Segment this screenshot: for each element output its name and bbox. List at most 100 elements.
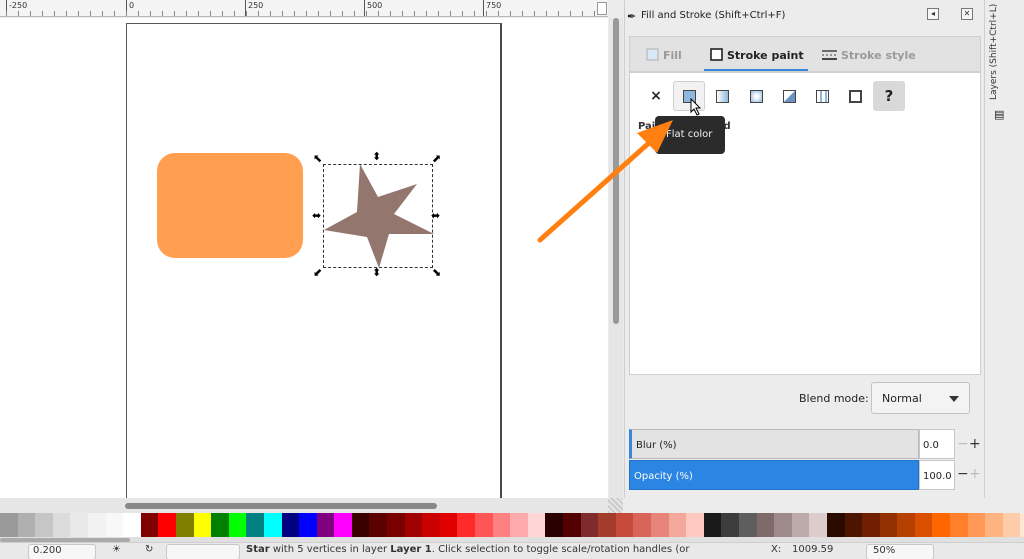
scale-handle-right[interactable]: ⬌ <box>431 210 440 221</box>
color-swatch[interactable] <box>967 513 986 537</box>
scale-handle-top[interactable]: ⬍ <box>372 151 381 162</box>
horizontal-scrollbar[interactable] <box>0 498 623 513</box>
blend-mode-select[interactable]: Normal <box>871 382 970 414</box>
color-swatch[interactable] <box>246 513 264 537</box>
color-swatch[interactable] <box>439 513 458 537</box>
color-swatch[interactable] <box>158 513 176 537</box>
color-swatch[interactable] <box>615 513 634 537</box>
color-swatch[interactable] <box>52 513 71 537</box>
color-swatch[interactable] <box>703 513 722 537</box>
color-swatch[interactable] <box>316 513 335 537</box>
color-swatch[interactable] <box>404 513 423 537</box>
color-swatch[interactable] <box>563 513 581 537</box>
color-swatch[interactable] <box>87 513 106 537</box>
color-swatch[interactable] <box>422 513 440 537</box>
scrollbar-thumb[interactable] <box>613 18 619 324</box>
scale-handle-bottom[interactable]: ⬍ <box>372 267 381 278</box>
vertical-scrollbar[interactable] <box>609 18 623 498</box>
opacity-slider[interactable]: Opacity (%) <box>629 460 919 490</box>
color-swatch[interactable] <box>35 513 53 537</box>
color-swatch[interactable] <box>263 513 282 537</box>
tab-stroke-paint[interactable]: Stroke paint <box>704 37 808 71</box>
no-paint-button[interactable]: × <box>640 81 672 111</box>
zoom-field[interactable]: 0.200 <box>28 544 96 559</box>
color-swatch[interactable] <box>105 513 124 537</box>
tab-stroke-style[interactable]: Stroke style <box>822 37 922 71</box>
scale-handle-top-right[interactable]: ⬈ <box>432 153 441 164</box>
color-swatch[interactable] <box>351 513 370 537</box>
color-swatch[interactable] <box>211 513 229 537</box>
color-swatch[interactable] <box>809 513 827 537</box>
scale-handle-top-left[interactable]: ⬉ <box>313 153 322 164</box>
unset-paint-button[interactable]: ? <box>873 81 905 111</box>
color-swatch[interactable] <box>457 513 476 537</box>
opacity-increment-button[interactable]: + <box>969 467 981 481</box>
color-swatch[interactable] <box>668 513 687 537</box>
color-swatch[interactable] <box>334 513 352 537</box>
scale-handle-bottom-right[interactable]: ⬊ <box>432 267 441 278</box>
color-swatch[interactable] <box>123 513 141 537</box>
blur-slider[interactable]: Blur (%) <box>629 429 919 459</box>
dock-icon[interactable]: ◂ <box>927 8 939 20</box>
color-swatch[interactable] <box>633 513 651 537</box>
blur-value-field[interactable]: 0.0 <box>919 429 955 459</box>
color-swatch[interactable] <box>650 513 669 537</box>
linear-gradient-button[interactable] <box>706 81 738 111</box>
color-swatch[interactable] <box>721 513 739 537</box>
color-swatch[interactable] <box>369 513 388 537</box>
color-swatch[interactable] <box>932 513 951 537</box>
color-swatch[interactable] <box>950 513 968 537</box>
color-swatch[interactable] <box>492 513 511 537</box>
color-swatch[interactable] <box>527 513 546 537</box>
color-swatch[interactable] <box>791 513 810 537</box>
scale-handle-bottom-left[interactable]: ⬋ <box>313 267 322 278</box>
color-swatch[interactable] <box>299 513 317 537</box>
zoom-percent-field[interactable]: 50% <box>866 544 934 559</box>
close-icon[interactable]: ✕ <box>961 8 973 20</box>
color-swatch[interactable] <box>914 513 933 537</box>
blur-increment-button[interactable]: + <box>969 437 981 451</box>
blur-decrement-button[interactable]: − <box>957 437 969 451</box>
color-swatch[interactable] <box>897 513 915 537</box>
color-swatch[interactable] <box>0 513 18 537</box>
color-swatch[interactable] <box>738 513 757 537</box>
color-swatch[interactable] <box>387 513 405 537</box>
layers-dock-tab[interactable]: Layers (Shift+Ctrl+L) <box>989 4 1021 124</box>
color-swatch[interactable] <box>510 513 528 537</box>
drawing-canvas[interactable]: ⬉ ⬍ ⬈ ⬌ ⬌ ⬋ ⬍ ⬊ <box>0 18 608 498</box>
color-swatch[interactable] <box>879 513 898 537</box>
color-swatch[interactable] <box>545 513 563 537</box>
scrollbar-thumb[interactable] <box>125 503 437 509</box>
color-swatch[interactable] <box>140 513 159 537</box>
color-swatch[interactable] <box>774 513 792 537</box>
swatch-button[interactable] <box>839 81 871 111</box>
color-swatch[interactable] <box>826 513 845 537</box>
scale-handle-left[interactable]: ⬌ <box>312 210 321 221</box>
color-swatch[interactable] <box>70 513 88 537</box>
color-swatch[interactable] <box>756 513 775 537</box>
pattern-button[interactable] <box>806 81 838 111</box>
layer-selector[interactable] <box>166 544 240 559</box>
color-swatch[interactable] <box>1020 513 1024 537</box>
color-swatch[interactable] <box>193 513 212 537</box>
color-swatch[interactable] <box>580 513 599 537</box>
rounded-rectangle-object[interactable] <box>157 153 303 258</box>
color-swatch[interactable] <box>228 513 247 537</box>
color-swatch[interactable] <box>175 513 194 537</box>
tab-fill[interactable]: Fill <box>646 37 694 71</box>
opacity-value-field[interactable]: 100.0 <box>919 460 955 490</box>
color-swatch[interactable] <box>1002 513 1021 537</box>
guide-lock-button[interactable] <box>597 2 607 15</box>
color-swatch[interactable] <box>686 513 704 537</box>
color-swatch[interactable] <box>985 513 1003 537</box>
mesh-gradient-button[interactable] <box>773 81 805 111</box>
color-swatch[interactable] <box>17 513 36 537</box>
opacity-decrement-button[interactable]: − <box>957 467 969 481</box>
color-swatch[interactable] <box>281 513 300 537</box>
color-swatch[interactable] <box>598 513 616 537</box>
color-swatch[interactable] <box>844 513 863 537</box>
radial-gradient-button[interactable] <box>740 81 772 111</box>
color-swatch[interactable] <box>862 513 880 537</box>
horizontal-ruler[interactable]: -250 0 250 500 750 <box>0 0 608 17</box>
color-swatch[interactable] <box>475 513 493 537</box>
